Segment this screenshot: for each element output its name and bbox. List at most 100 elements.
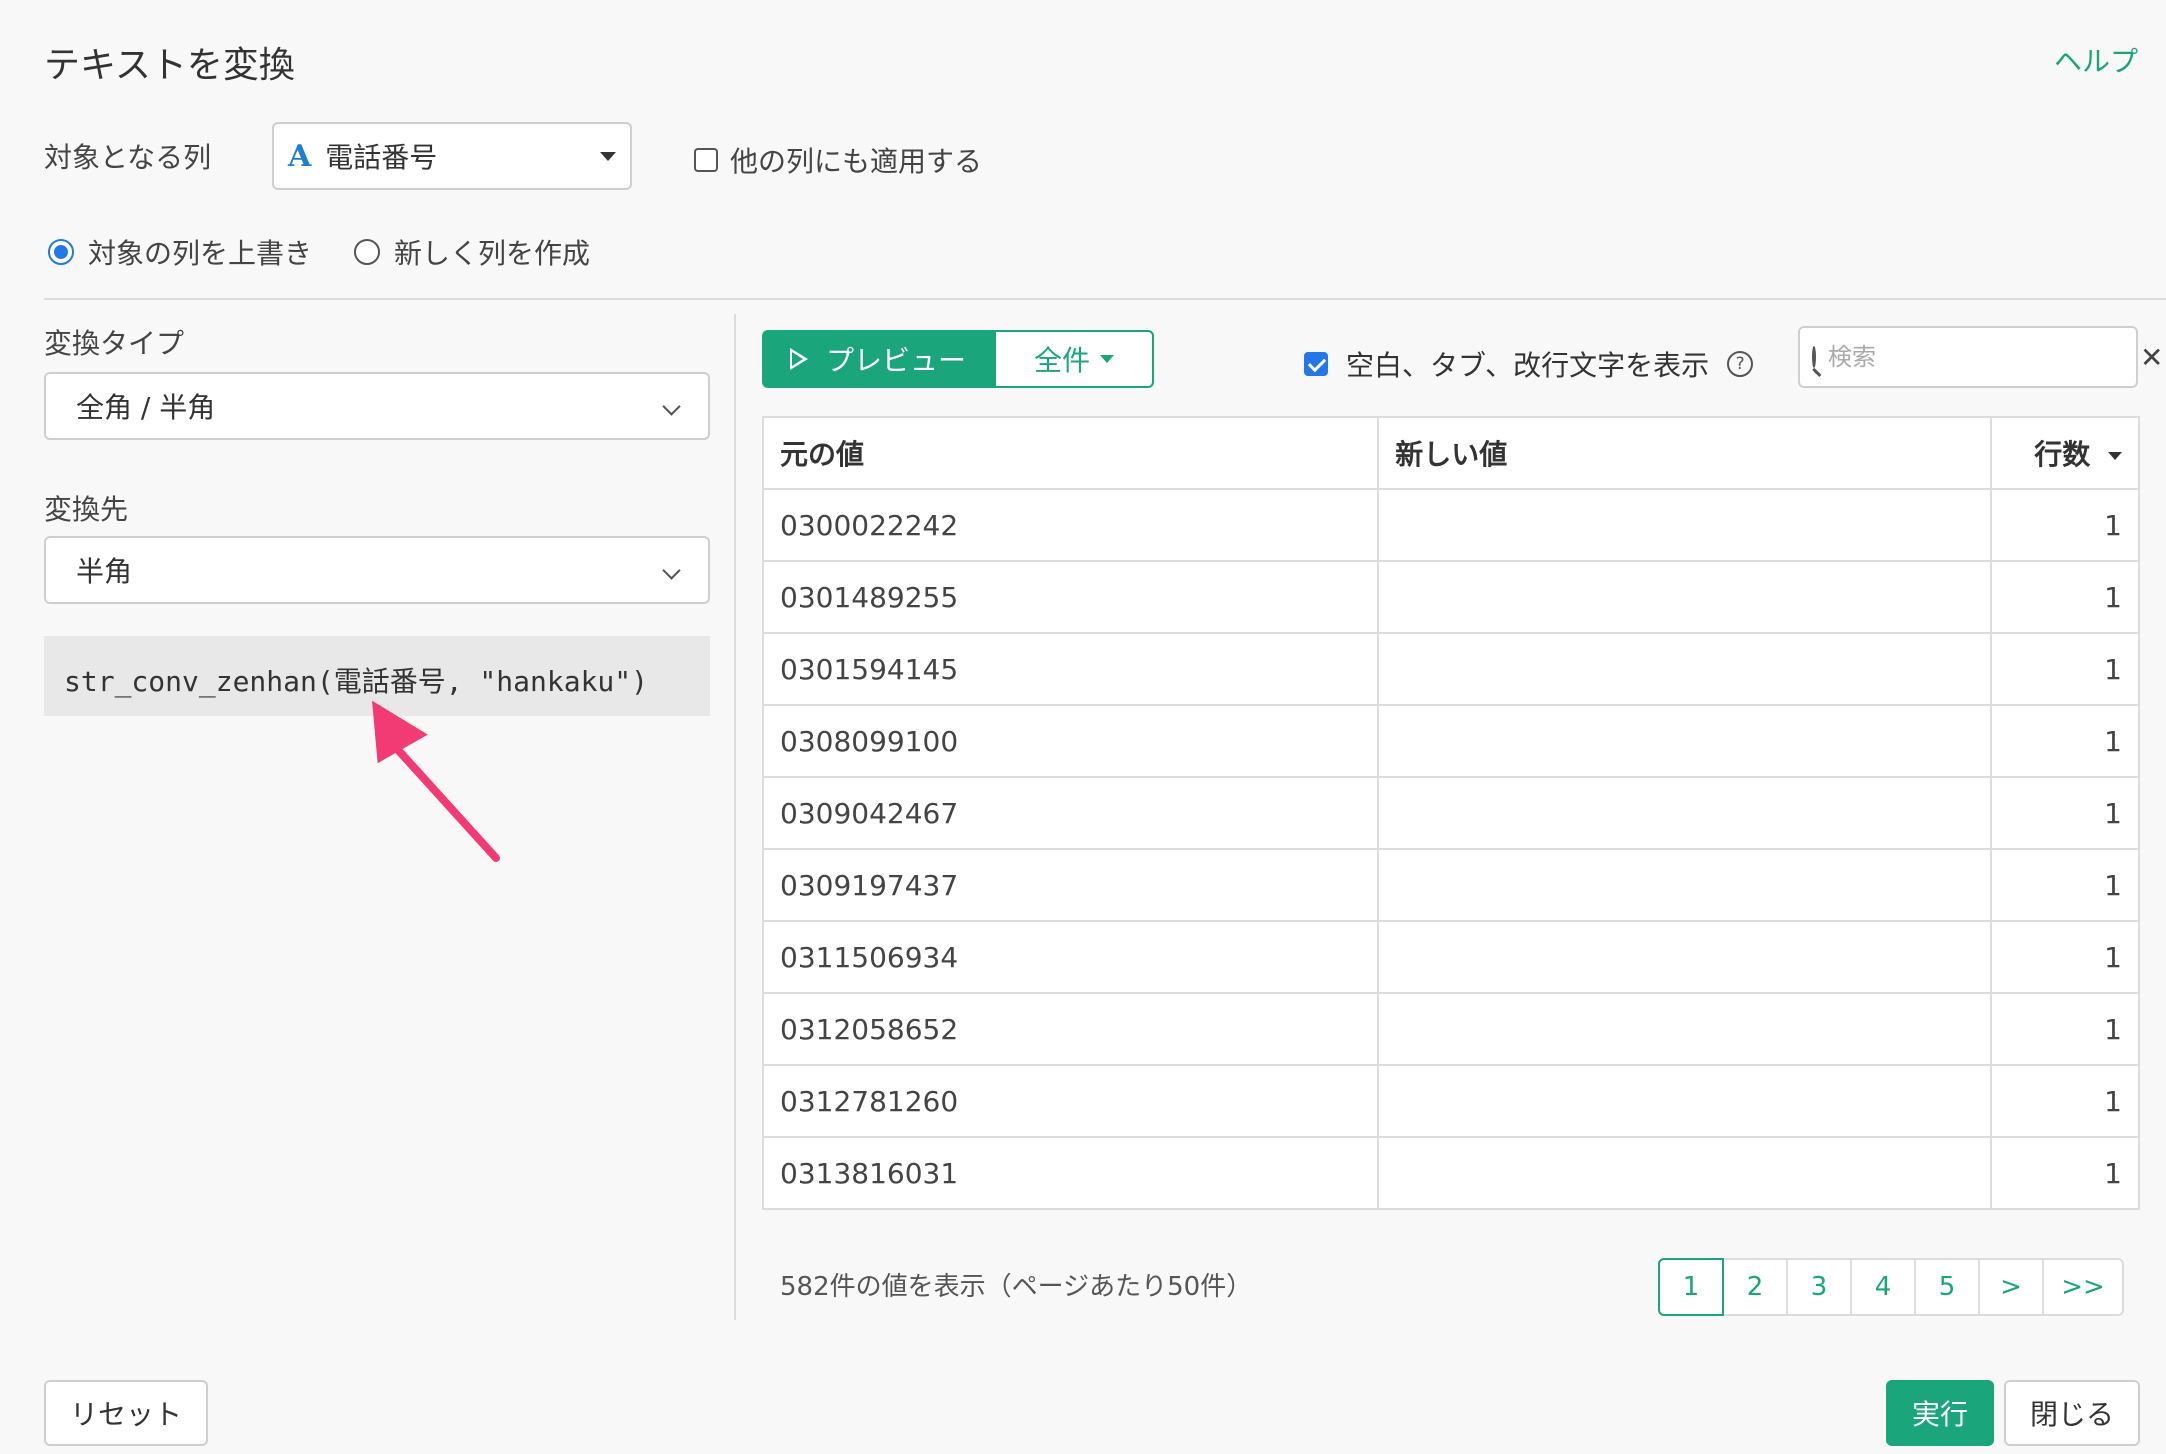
next-page-button[interactable]: > [1978, 1258, 2044, 1316]
original-value-cell: 0301489255 [761, 560, 1380, 634]
new-value-cell [1377, 1064, 1993, 1138]
row-count-cell: 1 [1990, 920, 2140, 994]
table-row[interactable]: 0312058652 1 [761, 992, 2140, 1066]
page-4-button[interactable]: 4 [1850, 1258, 1916, 1316]
new-value-cell [1377, 1136, 1993, 1210]
original-value-cell: 0309197437 [761, 848, 1380, 922]
count-header-label: 行数 [2034, 438, 2091, 471]
apply-other-columns[interactable]: 他の列にも適用する [694, 140, 982, 180]
panel-divider [734, 314, 736, 1320]
transform-type-select[interactable]: 全角 / 半角 [44, 372, 710, 440]
close-icon[interactable]: ✕ [2140, 341, 2163, 374]
row-count-cell: 1 [1990, 848, 2140, 922]
help-circle-icon[interactable]: ? [1727, 351, 1754, 377]
page-2-button[interactable]: 2 [1722, 1258, 1788, 1316]
column-header-original[interactable]: 元の値 [761, 416, 1380, 490]
chevron-down-icon [662, 560, 681, 580]
table-header-row: 元の値 新しい値 行数 [761, 416, 2140, 490]
original-value-cell: 0311506934 [761, 920, 1380, 994]
row-count-cell: 1 [1990, 776, 2140, 850]
new-value-cell [1377, 560, 1993, 634]
original-value-cell: 0301594145 [761, 632, 1380, 706]
overwrite-label: 対象の列を上書き [88, 237, 313, 270]
destination-label: 変換先 [44, 493, 129, 526]
target-column-value: 電話番号 [325, 141, 438, 174]
overwrite-radio[interactable] [48, 239, 74, 265]
column-header-new[interactable]: 新しい値 [1377, 416, 1993, 490]
new-column-option[interactable]: 新しく列を作成 [354, 232, 590, 272]
search-input[interactable] [1826, 342, 2130, 372]
new-column-radio[interactable] [354, 239, 380, 265]
table-row[interactable]: 0313816031 1 [761, 1136, 2140, 1210]
apply-other-checkbox[interactable] [694, 148, 718, 172]
row-count-cell: 1 [1990, 560, 2140, 634]
new-value-cell [1377, 920, 1993, 994]
sort-caret-icon [2108, 452, 2122, 460]
table-row[interactable]: 0301489255 1 [761, 560, 2140, 634]
page-5-button[interactable]: 5 [1914, 1258, 1980, 1316]
new-value-cell [1377, 488, 1993, 562]
row-count-cell: 1 [1990, 632, 2140, 706]
target-column-label: 対象となる列 [44, 141, 212, 174]
original-value-cell: 0308099100 [761, 704, 1380, 778]
row-count-cell: 1 [1990, 992, 2140, 1066]
new-value-cell [1377, 848, 1993, 922]
close-button[interactable]: 閉じる [2004, 1380, 2140, 1446]
help-link[interactable]: ヘルプ [2054, 40, 2138, 80]
annotation-arrow [372, 700, 500, 862]
reset-button[interactable]: リセット [44, 1380, 208, 1446]
original-value-cell: 0312781260 [761, 1064, 1380, 1138]
caret-down-icon [600, 151, 616, 161]
page-1-button[interactable]: 1 [1658, 1258, 1724, 1316]
apply-other-label: 他の列にも適用する [730, 145, 983, 178]
transform-type-label: 変換タイプ [44, 327, 185, 360]
destination-select[interactable]: 半角 [44, 536, 710, 604]
all-rows-dropdown[interactable]: 全件 [994, 330, 1154, 388]
table-row[interactable]: 0312781260 1 [761, 1064, 2140, 1138]
preview-label: プレビュー [825, 344, 966, 377]
table-row[interactable]: 0309197437 1 [761, 848, 2140, 922]
column-header-count[interactable]: 行数 [1990, 416, 2140, 490]
row-count-cell: 1 [1990, 1136, 2140, 1210]
original-value-cell: 0309042467 [761, 776, 1380, 850]
table-row[interactable]: 0308099100 1 [761, 704, 2140, 778]
show-whitespace-option[interactable]: 空白、タブ、改行文字を表示 ? [1304, 344, 1754, 384]
result-summary: 582件の値を表示（ページあたり50件） [780, 1272, 1253, 1302]
new-value-cell [1377, 992, 1993, 1066]
show-whitespace-checkbox[interactable] [1304, 352, 1328, 376]
play-icon [789, 348, 808, 370]
chevron-down-icon [662, 396, 681, 416]
original-value-cell: 0313816031 [761, 1136, 1380, 1210]
original-value-cell: 0312058652 [761, 992, 1380, 1066]
target-column-select[interactable]: A 電話番号 [272, 122, 632, 190]
new-value-cell [1377, 776, 1993, 850]
row-count-cell: 1 [1990, 704, 2140, 778]
table-row[interactable]: 0311506934 1 [761, 920, 2140, 994]
run-button[interactable]: 実行 [1886, 1380, 1994, 1446]
search-icon [1812, 346, 1816, 368]
table-row[interactable]: 0309042467 1 [761, 776, 2140, 850]
divider [44, 298, 2166, 300]
new-value-cell [1377, 632, 1993, 706]
destination-value: 半角 [76, 555, 133, 588]
table-row[interactable]: 0300022242 1 [761, 488, 2140, 562]
preview-button[interactable]: プレビュー [762, 330, 994, 388]
caret-down-icon [1100, 355, 1114, 363]
preview-table: 元の値 新しい値 行数 0300022242 1 0301489255 1 03… [761, 416, 2140, 1210]
new-value-cell [1377, 704, 1993, 778]
show-whitespace-label: 空白、タブ、改行文字を表示 [1346, 349, 1710, 382]
row-count-cell: 1 [1990, 488, 2140, 562]
transform-type-value: 全角 / 半角 [76, 391, 216, 424]
all-rows-label: 全件 [1033, 344, 1090, 377]
pagination: 1 2 3 4 5 > >> [1658, 1258, 2124, 1316]
new-column-label: 新しく列を作成 [394, 237, 591, 270]
search-box: ✕ [1798, 326, 2163, 388]
original-value-cell: 0300022242 [761, 488, 1380, 562]
page-3-button[interactable]: 3 [1786, 1258, 1852, 1316]
dialog-title: テキストを変換 [44, 45, 295, 86]
last-page-button[interactable]: >> [2042, 1258, 2124, 1316]
overwrite-option[interactable]: 対象の列を上書き [48, 232, 312, 272]
string-type-icon: A [288, 138, 312, 174]
table-row[interactable]: 0301594145 1 [761, 632, 2140, 706]
row-count-cell: 1 [1990, 1064, 2140, 1138]
